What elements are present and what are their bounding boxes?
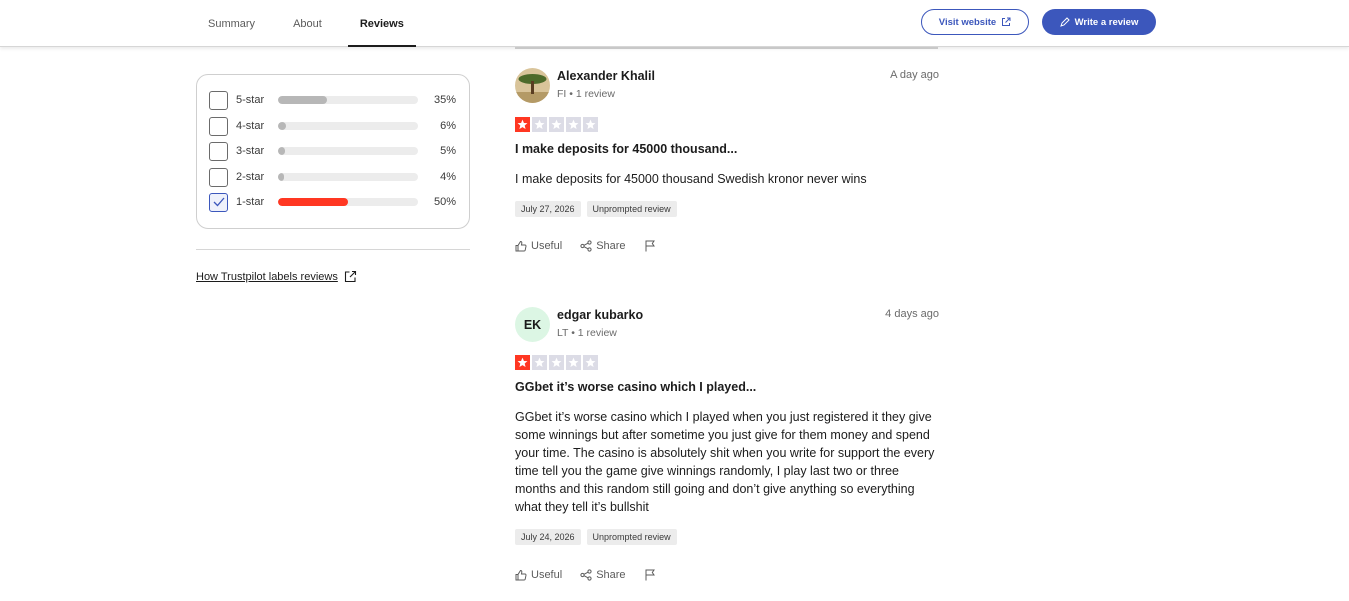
review-body: I make deposits for 45000 thousand Swedi… [515, 172, 867, 186]
star-rating [515, 117, 598, 132]
flag-icon [645, 569, 655, 581]
filter-label: 5-star [236, 94, 265, 106]
filter-row-4-star[interactable]: 4-star 6% [209, 116, 459, 136]
write-review-label: Write a review [1074, 16, 1139, 28]
checkmark-icon [213, 197, 224, 207]
reviewer-avatar[interactable] [515, 68, 550, 103]
labels-info-link[interactable]: How Trustpilot labels reviews [196, 270, 357, 283]
review-actions: Useful Share [515, 569, 656, 581]
review-tags: July 24, 2026 Unprompted review [515, 529, 677, 545]
review-card: Alexander Khalil FI • 1 review A day ago… [515, 68, 939, 258]
star-icon [532, 117, 547, 132]
thumbs-up-icon [515, 569, 527, 581]
filter-label: 1-star [236, 196, 265, 208]
filter-label: 2-star [236, 171, 265, 183]
unprompted-review-tag[interactable]: Unprompted review [586, 201, 677, 217]
reviewer-meta: LT • 1 review [557, 327, 617, 339]
star-rating [515, 355, 598, 370]
rating-bar-fill [278, 147, 285, 155]
visit-website-button[interactable]: Visit website [921, 9, 1029, 35]
rating-bar-fill [278, 122, 287, 130]
star-icon [566, 117, 581, 132]
filter-row-3-star[interactable]: 3-star 5% [209, 141, 459, 161]
review-actions: Useful Share [515, 240, 656, 252]
rating-bar-track [278, 96, 418, 104]
star-rating-filter: 5-star 35% 4-star 6% 3-star 5% 2-star 4%… [196, 74, 470, 229]
rating-bar-track [278, 198, 418, 206]
report-flag-button[interactable] [644, 569, 656, 581]
write-review-button[interactable]: Write a review [1042, 9, 1156, 35]
experience-date-tag: July 27, 2026 [515, 201, 581, 217]
filter-percent: 50% [433, 196, 456, 208]
review-tags: July 27, 2026 Unprompted review [515, 201, 677, 217]
filter-row-2-star[interactable]: 2-star 4% [209, 167, 459, 187]
share-icon [580, 240, 592, 252]
star-icon [583, 355, 598, 370]
rating-bar-track [278, 122, 418, 130]
unprompted-review-tag[interactable]: Unprompted review [586, 529, 677, 545]
review-title[interactable]: I make deposits for 45000 thousand... [515, 142, 737, 156]
checkbox-4-star[interactable] [209, 116, 228, 136]
useful-label: Useful [531, 569, 563, 581]
share-label: Share [596, 240, 626, 252]
star-icon [515, 355, 530, 370]
flag-icon [645, 240, 655, 252]
share-icon [580, 569, 592, 581]
top-nav-bar: Summary About Reviews Visit website Writ… [0, 0, 1349, 47]
tree-photo-avatar-icon [515, 68, 550, 103]
filter-percent: 35% [433, 94, 456, 106]
review-title[interactable]: GGbet it’s worse casino which I played..… [515, 380, 756, 394]
filter-row-1-star[interactable]: 1-star 50% [209, 192, 459, 212]
tab-about[interactable]: About [281, 0, 334, 47]
content-divider [515, 47, 938, 49]
page-tabs: Summary About Reviews [196, 0, 430, 47]
reviewer-name[interactable]: edgar kubarko [557, 308, 643, 322]
experience-date-tag: July 24, 2026 [515, 529, 581, 545]
useful-label: Useful [531, 240, 563, 252]
checkbox-5-star[interactable] [209, 90, 228, 110]
rating-bar-track [278, 173, 418, 181]
filter-percent: 4% [440, 171, 456, 183]
pencil-icon [1059, 17, 1070, 27]
external-link-icon [1002, 17, 1011, 26]
review-body: GGbet it’s worse casino which I played w… [515, 410, 935, 514]
checkbox-1-star[interactable] [209, 192, 228, 212]
reviewer-avatar[interactable]: EK [515, 307, 550, 342]
filter-percent: 6% [440, 120, 456, 132]
sidebar-divider [196, 249, 470, 250]
checkbox-3-star[interactable] [209, 141, 228, 161]
filter-label: 3-star [236, 145, 265, 157]
share-button[interactable]: Share [580, 240, 626, 252]
report-flag-button[interactable] [644, 240, 656, 252]
star-icon [532, 355, 547, 370]
rating-bar-fill [278, 96, 327, 104]
visit-website-label: Visit website [938, 16, 997, 28]
star-icon [566, 355, 581, 370]
filter-label: 4-star [236, 120, 265, 132]
reviewer-name[interactable]: Alexander Khalil [557, 69, 655, 83]
review-date: 4 days ago [885, 308, 939, 320]
star-icon [583, 117, 598, 132]
review-date: A day ago [890, 69, 939, 81]
rating-bar-track [278, 147, 418, 155]
star-icon [549, 117, 564, 132]
reviewer-meta: FI • 1 review [557, 88, 615, 100]
tab-reviews[interactable]: Reviews [347, 0, 416, 47]
rating-bar-fill [278, 198, 348, 206]
star-icon [549, 355, 564, 370]
share-label: Share [596, 569, 626, 581]
rating-bar-fill [278, 173, 284, 181]
useful-button[interactable]: Useful [515, 569, 562, 581]
filter-percent: 5% [440, 145, 456, 157]
share-button[interactable]: Share [580, 569, 626, 581]
filter-row-5-star[interactable]: 5-star 35% [209, 90, 459, 110]
review-card: EK edgar kubarko LT • 1 review 4 days ag… [515, 307, 939, 587]
labels-link-text: How Trustpilot labels reviews [196, 270, 338, 283]
useful-button[interactable]: Useful [515, 240, 562, 252]
star-icon [515, 117, 530, 132]
external-link-icon [344, 270, 356, 283]
checkbox-2-star[interactable] [209, 167, 228, 187]
tab-summary[interactable]: Summary [196, 0, 267, 47]
thumbs-up-icon [515, 240, 527, 252]
